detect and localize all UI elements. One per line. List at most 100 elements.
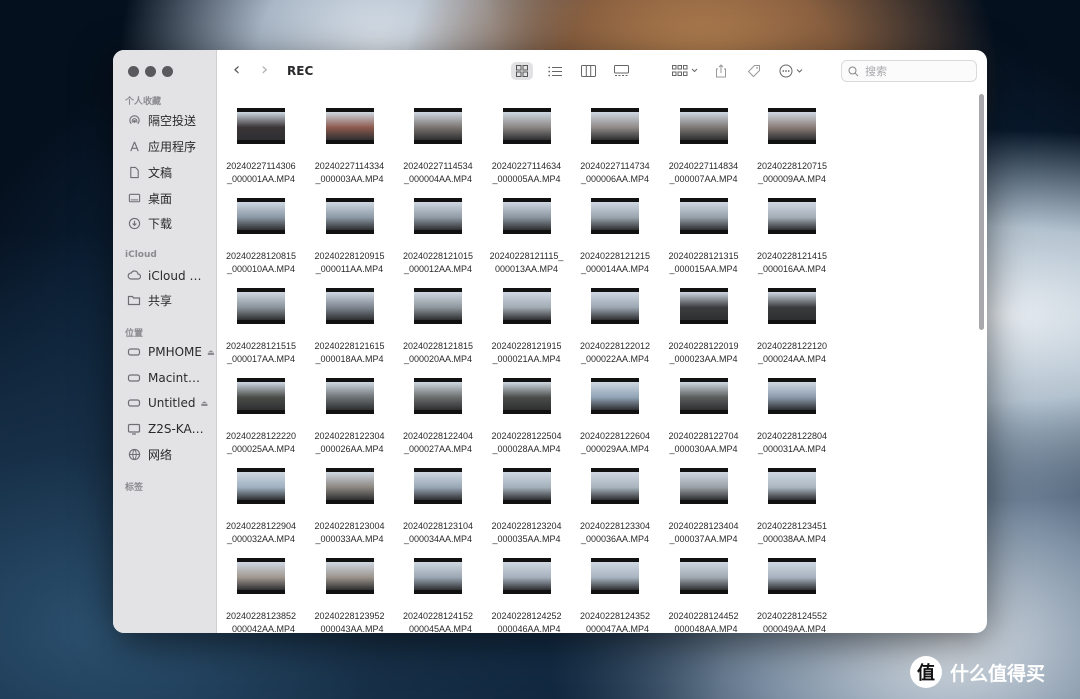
sidebar-item-label: 应用程序: [148, 139, 197, 154]
file-item[interactable]: 20240228124552 _000049AA.MP4: [748, 558, 836, 633]
file-item[interactable]: 20240228121415 _000016AA.MP4: [748, 198, 836, 278]
file-item[interactable]: 20240228122704 _000030AA.MP4: [660, 378, 748, 458]
file-item[interactable]: 20240228122504 _000028AA.MP4: [483, 378, 571, 458]
video-thumbnail: [325, 558, 374, 594]
file-name-line: 20240228122704: [668, 431, 739, 441]
scrollbar[interactable]: [979, 94, 984, 330]
shared-folder-icon: [127, 293, 141, 307]
file-item[interactable]: 20240228123204 _000035AA.MP4: [483, 468, 571, 548]
file-item[interactable]: 20240228122804 _000031AA.MP4: [748, 378, 836, 458]
sidebar-item-desktop[interactable]: 桌面: [127, 189, 172, 207]
file-name-line: 20240227114306: [226, 161, 296, 171]
file-item[interactable]: 20240228124452 _000048AA.MP4: [660, 558, 748, 633]
file-item[interactable]: 20240228122404 _000027AA.MP4: [394, 378, 482, 458]
file-name-line: _000009AA.MP4: [757, 174, 827, 184]
file-item[interactable]: 20240228123004 _000033AA.MP4: [306, 468, 394, 548]
video-thumbnail: [591, 378, 639, 414]
file-item[interactable]: 20240228121215 _000014AA.MP4: [571, 198, 659, 278]
sidebar-item-untitled[interactable]: Untitled ⏏: [127, 394, 208, 412]
file-name-line: _000030AA.MP4: [669, 444, 738, 454]
file-item[interactable]: 20240228124352 _000047AA.MP4: [571, 558, 659, 633]
thumbnail-image: [591, 292, 639, 320]
file-item[interactable]: 20240227114834 _000007AA.MP4: [660, 108, 748, 188]
file-item[interactable]: 20240228122012 _000022AA.MP4: [571, 288, 659, 368]
share-icon[interactable]: [710, 62, 732, 80]
file-item[interactable]: 20240228124252 _000046AA.MP4: [483, 558, 571, 633]
file-name-line: 20240228122904: [225, 521, 297, 531]
thumbnail-image: [325, 292, 374, 320]
sidebar-item-network[interactable]: 网络: [127, 445, 172, 463]
file-name: 20240228123004 _000033AA.MP4: [306, 520, 394, 546]
file-item[interactable]: 20240227114334 _000003AA.MP4: [306, 108, 394, 188]
file-item[interactable]: 20240228122304 _000026AA.MP4: [306, 378, 394, 458]
file-name-line: _000047AA.MP4: [580, 624, 650, 633]
tag-icon[interactable]: [743, 62, 765, 80]
back-icon[interactable]: ‹: [233, 61, 240, 79]
file-item[interactable]: 20240228122904 _000032AA.MP4: [217, 468, 305, 548]
file-item[interactable]: 20240228123451 _000038AA.MP4: [748, 468, 836, 548]
gallery-view-icon[interactable]: [610, 62, 632, 80]
sidebar-item-icloud-drive[interactable]: iCloud 云盘: [127, 266, 204, 284]
file-item[interactable]: 20240228121015 _000012AA.MP4: [394, 198, 482, 278]
sidebar-item-shared[interactable]: 共享: [127, 291, 172, 309]
zoom-button[interactable]: [162, 66, 173, 77]
file-item[interactable]: 20240228123104 _000034AA.MP4: [394, 468, 482, 548]
file-name: 20240228122504 _000028AA.MP4: [483, 430, 571, 456]
list-view-icon[interactable]: [544, 62, 566, 80]
file-item[interactable]: 20240228122019 _000023AA.MP4: [660, 288, 748, 368]
file-name: 20240228123304 _000036AA.MP4: [571, 520, 659, 546]
file-item[interactable]: 20240228123852 _000042AA.MP4: [217, 558, 305, 633]
file-item[interactable]: 20240228122220 _000025AA.MP4: [217, 378, 305, 458]
file-item[interactable]: 20240228121915 _000021AA.MP4: [483, 288, 571, 368]
eject-icon[interactable]: ⏏: [207, 348, 215, 357]
thumbnail-image: [591, 562, 639, 590]
file-name: 20240228122220 _000025AA.MP4: [217, 430, 305, 456]
file-item[interactable]: 20240228122604 _000029AA.MP4: [571, 378, 659, 458]
file-item[interactable]: 20240228121615 _000018AA.MP4: [306, 288, 394, 368]
sidebar-item-applications[interactable]: 应用程序: [127, 137, 196, 155]
file-item[interactable]: 20240228121115_ 000013AA.MP4: [483, 198, 571, 278]
file-item[interactable]: 20240227114306 _000001AA.MP4: [217, 108, 305, 188]
file-item[interactable]: 20240228120815 _000010AA.MP4: [217, 198, 305, 278]
video-thumbnail: [237, 468, 285, 504]
column-view-icon[interactable]: [577, 62, 599, 80]
video-thumbnail: [502, 378, 551, 414]
drive-icon: [127, 345, 141, 359]
file-item[interactable]: 20240228124152 _000045AA.MP4: [394, 558, 482, 633]
search-input[interactable]: 搜索: [841, 60, 977, 82]
file-item[interactable]: 20240227114734 _000006AA.MP4: [571, 108, 659, 188]
thumbnail-image: [679, 292, 728, 320]
group-by-icon[interactable]: [669, 62, 703, 80]
file-name: 20240227114734 _000006AA.MP4: [571, 160, 659, 186]
file-name-line: _000027AA.MP4: [403, 444, 473, 454]
file-item[interactable]: 20240228123404 _000037AA.MP4: [660, 468, 748, 548]
sidebar-item-documents[interactable]: 文稿: [127, 163, 172, 181]
close-button[interactable]: [128, 66, 139, 77]
file-item[interactable]: 20240228121815 _000020AA.MP4: [394, 288, 482, 368]
file-item[interactable]: 20240228120915 _000011AA.MP4: [306, 198, 394, 278]
sidebar-item-z2s[interactable]: Z2S-KAMERA: [127, 420, 204, 438]
file-item[interactable]: 20240228122120 _000024AA.MP4: [748, 288, 836, 368]
forward-icon[interactable]: ›: [261, 61, 268, 79]
file-item[interactable]: 20240228121315 _000015AA.MP4: [660, 198, 748, 278]
file-item[interactable]: 20240228123952 _000043AA.MP4: [306, 558, 394, 633]
video-thumbnail: [768, 198, 816, 234]
file-name: 20240228122012 _000022AA.MP4: [571, 340, 659, 366]
sidebar-item-airdrop[interactable]: 隔空投送: [127, 111, 196, 129]
file-name-line: _000045AA.MP4: [403, 624, 473, 633]
icon-view-icon[interactable]: [511, 62, 533, 80]
minimize-button[interactable]: [145, 66, 156, 77]
sidebar-item-macintosh-hd[interactable]: Macintosh HD: [127, 369, 204, 387]
file-item[interactable]: 20240227114534 _000004AA.MP4: [394, 108, 482, 188]
eject-icon[interactable]: ⏏: [200, 399, 208, 408]
file-item[interactable]: 20240228121515 _000017AA.MP4: [217, 288, 305, 368]
sidebar-item-pmhome[interactable]: PMHOME ⏏: [127, 343, 215, 361]
file-item[interactable]: 20240228123304 _000036AA.MP4: [571, 468, 659, 548]
file-name-line: _000046AA.MP4: [492, 624, 561, 633]
more-actions-icon[interactable]: [777, 62, 809, 80]
thumbnail-image: [414, 202, 462, 230]
file-name-line: _000012AA.MP4: [403, 264, 473, 274]
file-item[interactable]: 20240228120715 _000009AA.MP4: [748, 108, 836, 188]
sidebar-item-downloads[interactable]: 下载: [127, 214, 172, 232]
file-item[interactable]: 20240227114634 _000005AA.MP4: [483, 108, 571, 188]
